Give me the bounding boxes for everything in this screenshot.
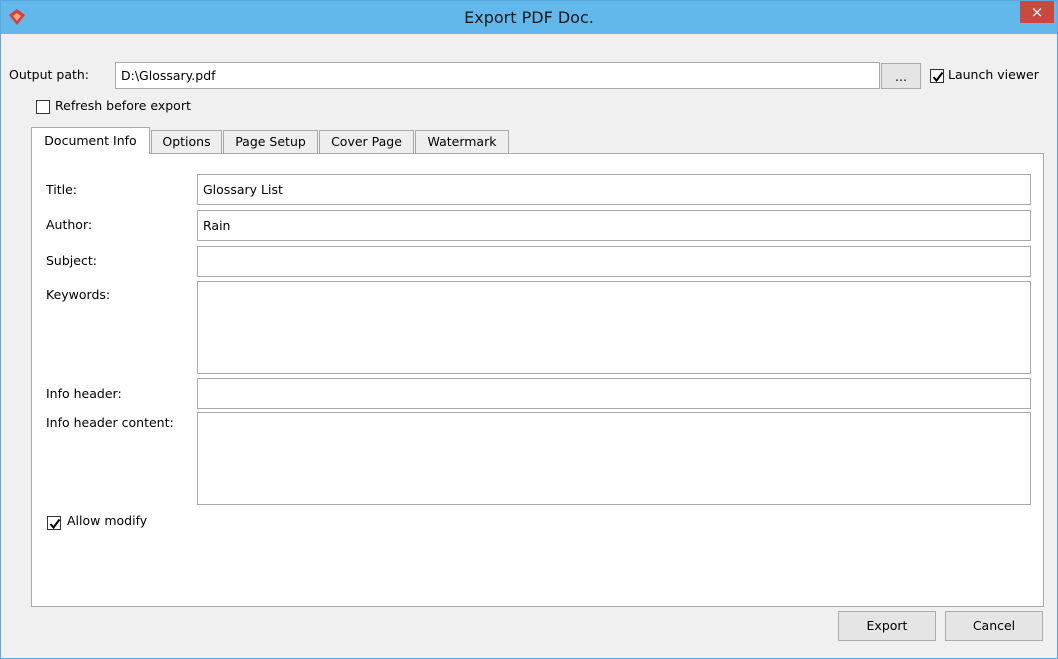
title-label: Title: — [46, 182, 77, 197]
output-path-label: Output path: — [9, 67, 90, 82]
author-label: Author: — [46, 217, 93, 232]
title-bar[interactable]: Export PDF Doc. × — [1, 1, 1057, 34]
launch-viewer-checkbox[interactable] — [930, 69, 944, 83]
tab-document-info[interactable]: Document Info — [31, 127, 150, 154]
title-input[interactable]: Glossary List — [197, 174, 1031, 205]
document-info-panel: Title: Glossary List Author: Rain Subjec… — [31, 153, 1044, 607]
subject-input[interactable] — [197, 246, 1031, 277]
window-title: Export PDF Doc. — [464, 8, 594, 27]
tab-watermark[interactable]: Watermark — [415, 130, 509, 154]
tab-strip: Document Info Options Page Setup Cover P… — [31, 127, 1044, 154]
refresh-before-export-label: Refresh before export — [55, 98, 191, 113]
info-header-content-label: Info header content: — [46, 415, 174, 430]
browse-button[interactable]: ... — [881, 63, 921, 89]
close-icon: × — [1030, 3, 1044, 21]
dialog-body: Output path: D:\Glossary.pdf ... Launch … — [9, 34, 1049, 650]
close-button[interactable]: × — [1020, 1, 1054, 23]
checkmark-icon — [932, 71, 944, 83]
tab-options[interactable]: Options — [151, 130, 222, 154]
info-header-label: Info header: — [46, 386, 122, 401]
checkmark-icon — [49, 518, 61, 530]
allow-modify-label: Allow modify — [67, 513, 148, 528]
keywords-label: Keywords: — [46, 287, 111, 302]
output-path-input[interactable]: D:\Glossary.pdf — [115, 62, 880, 89]
tab-page-setup[interactable]: Page Setup — [223, 130, 318, 154]
author-input[interactable]: Rain — [197, 210, 1031, 241]
export-pdf-dialog: Export PDF Doc. × Output path: D:\Glossa… — [0, 0, 1058, 659]
launch-viewer-label: Launch viewer — [948, 67, 1039, 82]
tab-cover-page[interactable]: Cover Page — [319, 130, 414, 154]
refresh-before-export-checkbox[interactable] — [36, 100, 50, 114]
info-header-content-textarea[interactable] — [197, 412, 1031, 505]
info-header-input[interactable] — [197, 378, 1031, 409]
keywords-textarea[interactable] — [197, 281, 1031, 374]
allow-modify-checkbox[interactable] — [47, 516, 61, 530]
cancel-button[interactable]: Cancel — [945, 611, 1043, 641]
export-button[interactable]: Export — [838, 611, 936, 641]
subject-label: Subject: — [46, 253, 97, 268]
